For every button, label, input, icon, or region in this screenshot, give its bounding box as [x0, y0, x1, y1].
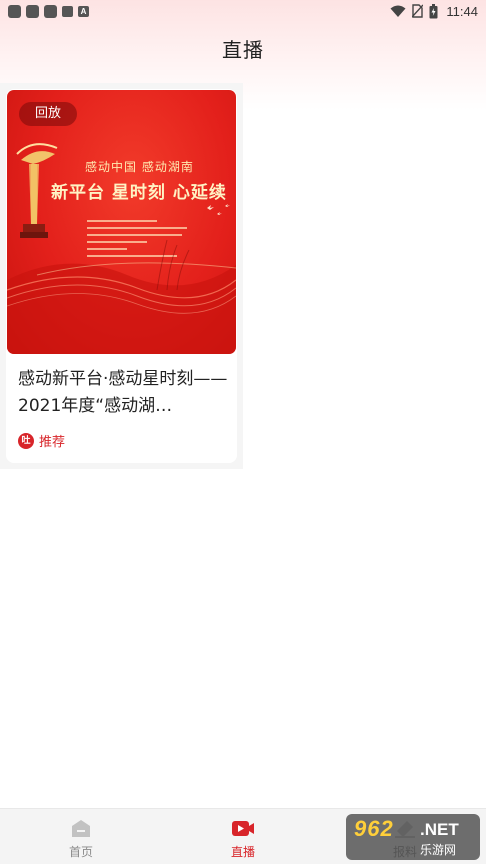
system-icons: 11:44 — [390, 3, 478, 19]
no-sim-icon — [412, 4, 424, 18]
page-title: 直播 — [222, 38, 264, 62]
notification-icons: A — [8, 4, 89, 18]
home-icon — [72, 820, 90, 837]
nav-label-live: 直播 — [230, 845, 255, 859]
poster-subtitle: 感动中国 感动湖南 — [85, 160, 194, 174]
live-card[interactable]: 回放 感动中国 感动湖南 新平台 星时刻 心延续 感动新平台·感动星时刻——20… — [6, 89, 237, 463]
battery-icon — [429, 3, 438, 18]
live-thumbnail[interactable]: 回放 感动中国 感动湖南 新平台 星时刻 心延续 — [7, 90, 236, 354]
a-icon: A — [78, 5, 89, 17]
live-camera-icon — [232, 821, 254, 836]
recommend-tag: 吐 推荐 — [18, 431, 65, 450]
app-icon — [62, 5, 73, 17]
watermark-sub: 乐游网 — [420, 843, 457, 857]
nav-item-live[interactable]: 直播 — [162, 809, 324, 864]
poster-artwork — [7, 143, 236, 354]
card-title[interactable]: 感动新平台·感动星时刻——2021年度“感动湖… — [18, 366, 228, 420]
replay-badge: 回放 — [19, 102, 78, 126]
nav-item-home[interactable]: 首页 — [0, 809, 162, 864]
app-icon — [26, 4, 39, 18]
tag-label: 推荐 — [39, 435, 66, 450]
recommend-icon: 吐 — [18, 432, 34, 449]
nav-label-home: 首页 — [68, 845, 93, 859]
watermark-logo: 962 .NET 乐游网 — [346, 814, 480, 860]
watermark-net: .NET — [420, 820, 459, 839]
app-icon — [8, 4, 21, 18]
status-bar: A 11:44 — [0, 0, 486, 22]
watermark-main: 962 — [354, 816, 394, 841]
wifi-icon — [390, 5, 406, 17]
clock: 11:44 — [446, 3, 478, 19]
poster-title: 新平台 星时刻 心延续 — [51, 183, 227, 203]
app-icon — [44, 4, 57, 18]
